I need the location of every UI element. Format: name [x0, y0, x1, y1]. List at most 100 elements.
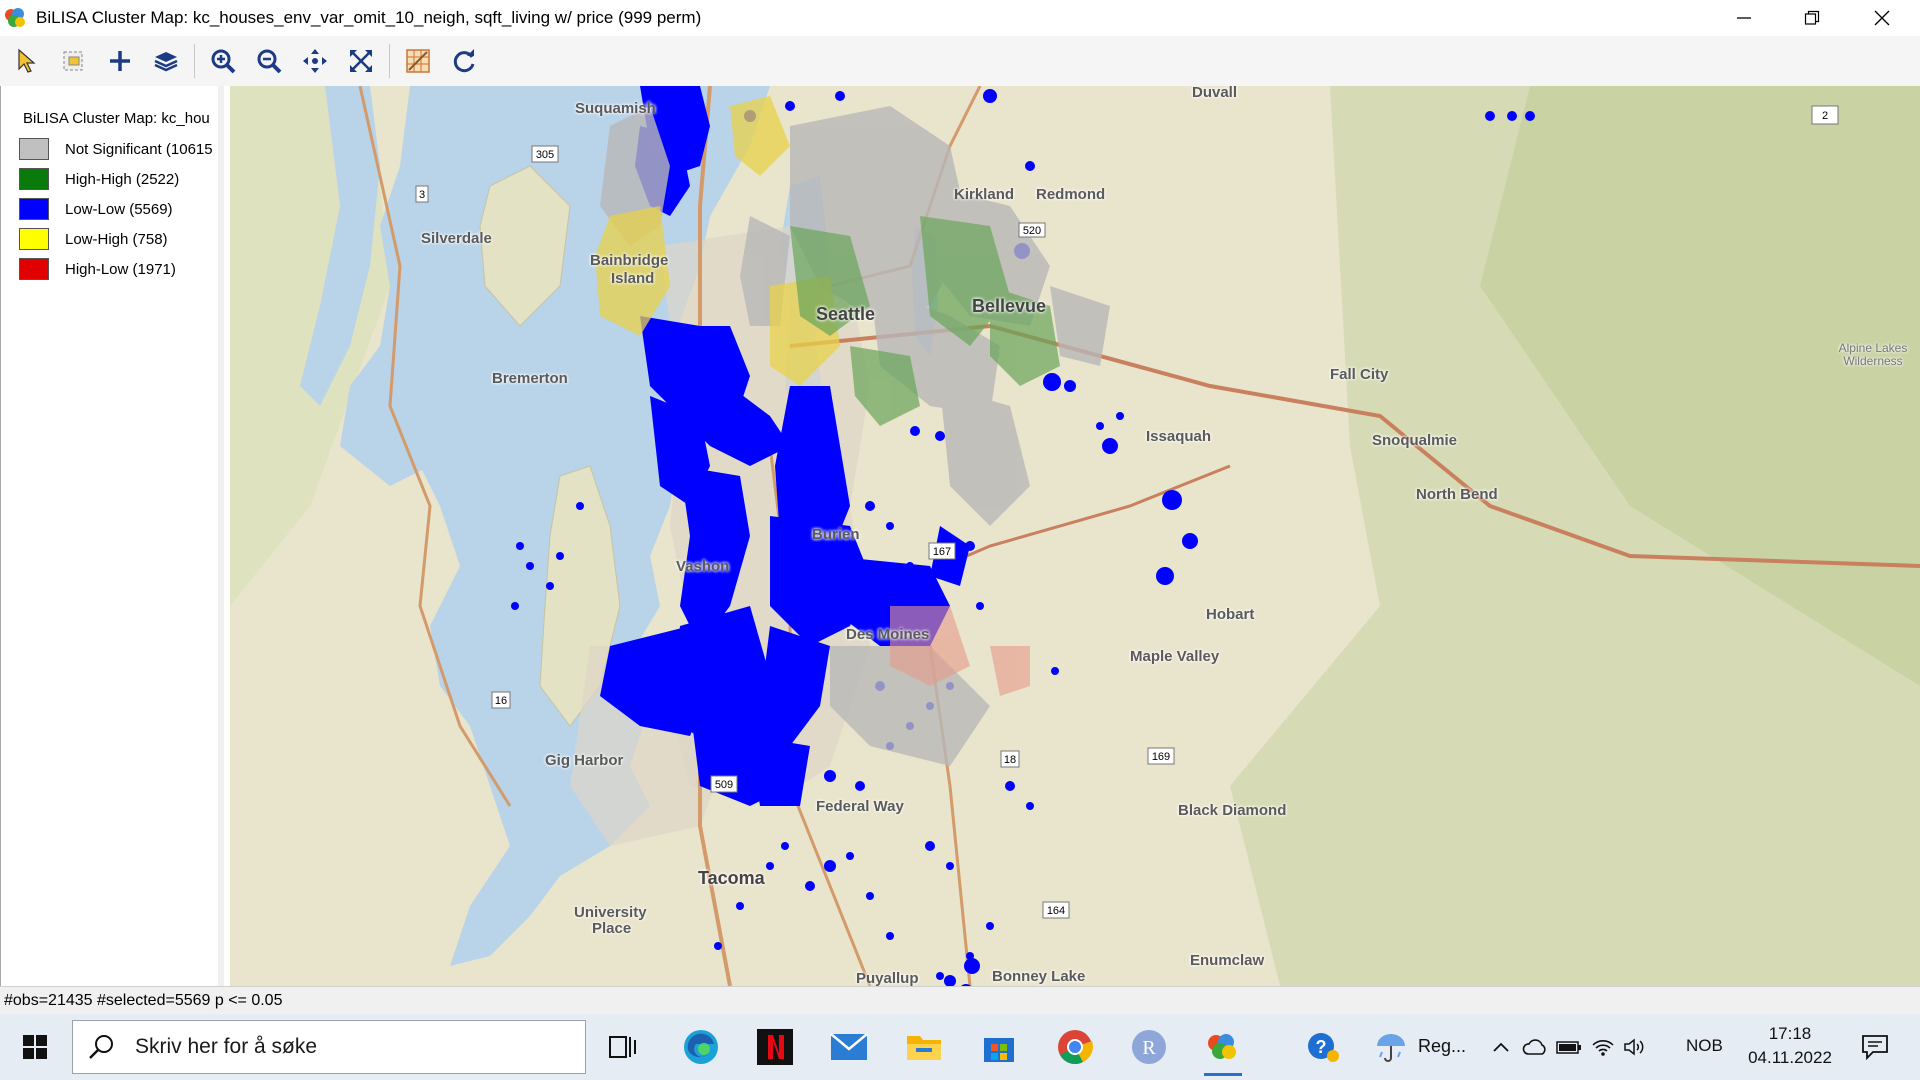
geoda-app-button[interactable] [1194, 1022, 1252, 1076]
legend-label: High-High (2522) [65, 170, 180, 188]
r-app-button[interactable]: R [1120, 1022, 1178, 1072]
place-label: University [574, 904, 647, 921]
windows-taskbar: Skriv her for å søke R ? Reg... NOB 17:1… [0, 1014, 1920, 1080]
notifications-button[interactable] [1846, 1022, 1904, 1072]
notification-chat-icon [1862, 1035, 1888, 1060]
place-label: Federal Way [816, 798, 904, 815]
place-label: Vashon [676, 558, 730, 575]
place-label: Seattle [816, 304, 876, 324]
cloud-icon [1522, 1039, 1546, 1055]
tray-expand-button[interactable] [1486, 1022, 1516, 1072]
toolbar-separator [389, 44, 390, 78]
map-canvas[interactable]: 305 3 2 520 16 509 18 169 164 167 Suquam… [230, 86, 1920, 986]
place-label: Maple Valley [1130, 648, 1220, 665]
chevron-up-icon [1493, 1042, 1509, 1052]
shield-label: 167 [933, 546, 951, 558]
edge-app-button[interactable] [672, 1022, 730, 1072]
help-button[interactable]: ? [1294, 1022, 1352, 1072]
plus-icon [110, 51, 130, 71]
refresh-icon [453, 49, 475, 73]
weather-widget[interactable] [1362, 1022, 1420, 1072]
selection-shape-icon [63, 51, 83, 71]
weather-label: Reg... [1418, 1036, 1467, 1056]
chrome-app-button[interactable] [1046, 1022, 1104, 1072]
microsoft-store-button[interactable] [970, 1022, 1028, 1072]
pointer-arrow-icon [18, 48, 36, 73]
zoom-out-button[interactable] [249, 41, 289, 81]
battery-button[interactable] [1554, 1022, 1584, 1072]
close-icon [1874, 10, 1890, 26]
layers-button[interactable] [146, 41, 186, 81]
onedrive-button[interactable] [1520, 1022, 1550, 1072]
window-title: BiLISA Cluster Map: kc_houses_env_var_om… [36, 8, 702, 27]
zoom-in-button[interactable] [203, 41, 243, 81]
place-label: Issaquah [1146, 428, 1212, 445]
close-button[interactable] [1848, 0, 1916, 36]
geoda-taskbar-icon [1208, 1034, 1236, 1059]
full-extent-button[interactable] [341, 41, 381, 81]
taskbar-search-box[interactable]: Skriv her for å søke [72, 1020, 586, 1074]
place-label: North Bend [1416, 486, 1498, 503]
basemap-button[interactable] [398, 41, 438, 81]
legend-item-low-low[interactable]: Low-Low (5569) [19, 198, 173, 220]
geoda-app-icon [5, 8, 25, 27]
legend-item-low-high[interactable]: Low-High (758) [19, 228, 168, 250]
clock-time: 17:18 [1768, 1024, 1812, 1043]
legend-swatch [19, 138, 49, 160]
r-letter-icon: R [1132, 1030, 1166, 1064]
minimize-button[interactable] [1710, 0, 1778, 36]
input-language[interactable]: NOB [1686, 1036, 1723, 1056]
volume-button[interactable] [1620, 1022, 1650, 1072]
full-extent-icon [350, 50, 372, 72]
refresh-button[interactable] [444, 41, 484, 81]
legend-label: Not Significant (10615 [65, 140, 213, 158]
place-label: Burien [812, 526, 860, 543]
map-toolbar [0, 36, 1920, 86]
legend-item-high-high[interactable]: High-High (2522) [19, 168, 179, 190]
shield-label: 18 [1004, 754, 1016, 766]
basemap: 305 3 2 520 16 509 18 169 164 167 [230, 86, 1920, 986]
shield-label: 3 [419, 189, 425, 201]
layers-icon [154, 52, 178, 72]
task-view-button[interactable] [594, 1022, 652, 1072]
place-label: Bremerton [492, 370, 568, 387]
taskbar-clock[interactable]: 17:18 04.11.2022 [1740, 1022, 1840, 1070]
place-label: Place [592, 920, 632, 937]
legend-item-high-low[interactable]: High-Low (1971) [19, 258, 176, 280]
restore-button[interactable] [1778, 0, 1846, 36]
edge-browser-icon [684, 1030, 718, 1064]
netflix-app-button[interactable] [746, 1022, 804, 1072]
legend-label: High-Low (1971) [65, 260, 176, 278]
add-button[interactable] [100, 41, 140, 81]
window-titlebar: BiLISA Cluster Map: kc_houses_env_var_om… [0, 0, 1920, 36]
status-text: #obs=21435 #selected=5569 p <= 0.05 [4, 991, 283, 1009]
shield-label: 169 [1152, 751, 1170, 763]
place-label: Des Moines [846, 626, 930, 643]
task-view-icon [609, 1036, 636, 1058]
start-button[interactable] [0, 1014, 70, 1080]
folder-icon [907, 1036, 941, 1060]
select-tool-button[interactable] [8, 41, 48, 81]
legend-panel: BiLISA Cluster Map: kc_hou Not Significa… [0, 86, 224, 986]
mail-app-button[interactable] [820, 1022, 878, 1072]
legend-item-not-significant[interactable]: Not Significant (10615 [19, 138, 213, 160]
svg-text:?: ? [1316, 1037, 1327, 1057]
netflix-icon [757, 1029, 793, 1065]
file-explorer-button[interactable] [895, 1022, 953, 1072]
rain-umbrella-icon [1377, 1034, 1405, 1062]
restore-icon [1804, 10, 1820, 25]
legend-swatch [19, 198, 49, 220]
shield-label: 2 [1822, 110, 1828, 122]
clock-date: 04.11.2022 [1748, 1048, 1832, 1067]
place-label: Puyallup [856, 970, 919, 986]
selection-shape-button[interactable] [54, 41, 94, 81]
place-label: Duvall [1192, 86, 1238, 101]
svg-text:R: R [1142, 1037, 1156, 1059]
wifi-button[interactable] [1588, 1022, 1618, 1072]
pan-button[interactable] [295, 41, 335, 81]
store-bag-icon [984, 1038, 1014, 1062]
basemap-grid-icon [406, 49, 430, 73]
place-label: Black Diamond [1178, 802, 1287, 819]
windows-logo-icon [23, 1035, 47, 1059]
place-label: Snoqualmie [1372, 432, 1458, 449]
